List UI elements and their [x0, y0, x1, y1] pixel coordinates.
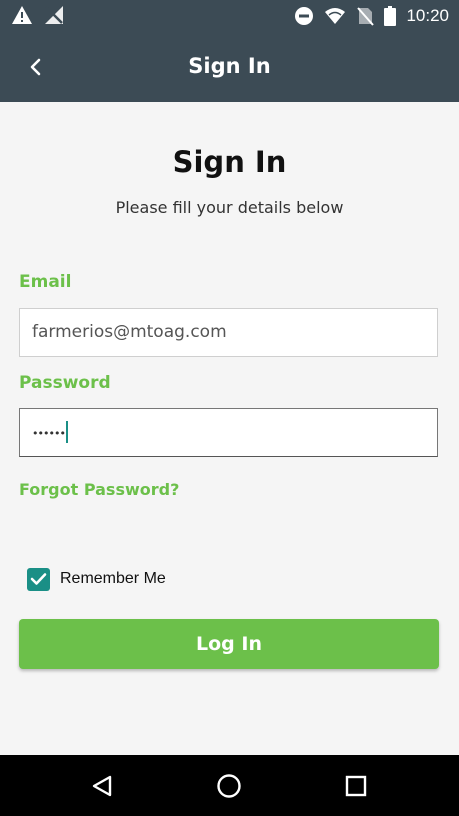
remember-me-label: Remember Me: [60, 570, 166, 587]
app-bar-title: Sign In: [188, 54, 271, 78]
nav-recents-button[interactable]: [338, 768, 374, 804]
status-left-icons: [11, 4, 65, 26]
battery-icon: [384, 6, 397, 26]
no-signal-icon: [45, 6, 63, 24]
nav-back-button[interactable]: [84, 768, 120, 804]
no-sim-icon: [357, 7, 375, 26]
text-cursor: [65, 421, 68, 443]
status-bar: 10:20: [0, 0, 459, 32]
home-circle-icon: [217, 774, 241, 798]
app-bar: Sign In: [0, 32, 459, 102]
checkmark-icon: [30, 573, 47, 585]
login-button[interactable]: Log In: [19, 619, 439, 669]
email-value: farmerios@mtoag.com: [32, 322, 227, 342]
password-label: Password: [19, 373, 111, 393]
wifi-icon: [325, 8, 346, 24]
nav-home-button[interactable]: [211, 768, 247, 804]
password-field[interactable]: ••••••: [19, 408, 438, 457]
remember-me-checkbox[interactable]: [27, 567, 50, 591]
back-triangle-icon: [92, 775, 112, 797]
warning-icon: [12, 6, 32, 24]
page-title: Sign In: [172, 145, 287, 179]
email-label: Email: [19, 272, 72, 292]
email-field[interactable]: farmerios@mtoag.com: [19, 308, 438, 357]
do-not-disturb-icon: [295, 7, 314, 25]
remember-me[interactable]: Remember Me: [27, 567, 166, 591]
recents-square-icon: [345, 775, 367, 797]
system-nav-bar: [0, 755, 459, 816]
status-time: 10:20: [406, 6, 449, 25]
status-right-icons: 10:20: [294, 4, 449, 28]
forgot-password-link[interactable]: Forgot Password?: [19, 480, 179, 499]
chevron-left-icon: [30, 58, 41, 76]
page-subtitle: Please fill your details below: [115, 198, 344, 217]
password-value: ••••••: [32, 427, 66, 440]
back-button[interactable]: [18, 49, 54, 85]
